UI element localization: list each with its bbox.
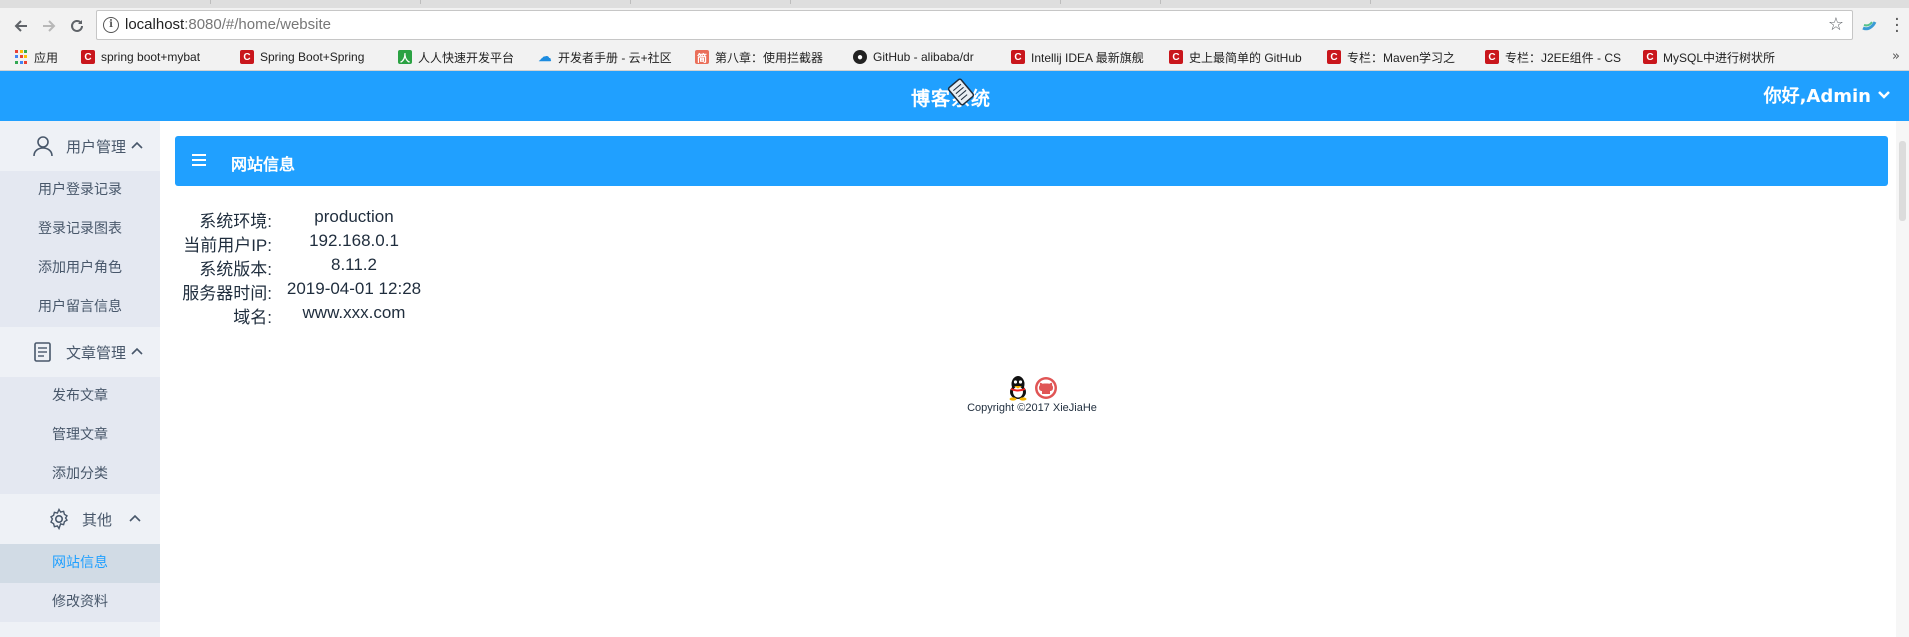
bookmark-item[interactable]: C spring boot+mybat <box>81 46 221 68</box>
csdn-icon: C <box>1643 50 1657 64</box>
info-label: 域名: <box>233 308 272 327</box>
copyright-text: Copyright ©2017 XieJiaHe <box>967 402 1097 414</box>
renren-icon: 人 <box>398 50 412 65</box>
github-icon[interactable] <box>1034 376 1058 400</box>
bookmarks-more-button[interactable]: » <box>1892 49 1900 64</box>
browser-toolbar: i localhost:8080/#/home/website ☆ · · · <box>0 8 1909 44</box>
user-greeting: 你好,Admin <box>1763 86 1871 107</box>
sidebar-item-manage-articles[interactable]: 管理文章 <box>0 416 160 455</box>
info-label: 系统环境: <box>199 212 272 231</box>
page-title: 网站信息 <box>231 155 296 174</box>
bookmarks-bar: 应用 C spring boot+mybat C Spring Boot+Spr… <box>0 44 1909 71</box>
chevron-up-icon <box>129 514 141 522</box>
bookmark-item[interactable]: 人 人人快速开发平台 <box>398 46 528 68</box>
sidebar-item-publish-article[interactable]: 发布文章 <box>0 377 160 416</box>
csdn-icon: C <box>1169 50 1183 64</box>
csdn-icon: C <box>240 50 254 64</box>
document-icon <box>34 342 51 362</box>
site-info-icon[interactable]: i <box>103 17 119 33</box>
back-icon[interactable] <box>6 11 36 41</box>
bookmark-item[interactable]: ☁ 开发者手册 - 云+社区 <box>538 46 676 68</box>
page-footer: Copyright ©2017 XieJiaHe <box>900 375 1164 414</box>
csdn-icon: C <box>1485 50 1499 64</box>
csdn-icon: C <box>81 50 95 64</box>
sidebar-group-user-management[interactable]: 用户管理 <box>0 121 160 171</box>
info-value: www.xxx.com <box>302 303 406 322</box>
apps-grid-icon <box>14 50 28 64</box>
user-menu-button[interactable]: 你好,Admin <box>1764 82 1891 108</box>
reload-icon[interactable] <box>62 11 92 41</box>
browser-menu-icon[interactable]: · · · <box>1894 12 1900 41</box>
bookmark-star-icon[interactable]: ☆ <box>1828 14 1844 35</box>
sidebar-group-label: 文章管理 <box>66 344 127 362</box>
bookmark-item[interactable]: C 专栏：J2EE组件 - CS <box>1485 46 1625 68</box>
info-value: production <box>314 207 394 226</box>
user-icon <box>33 136 53 157</box>
chevron-up-icon <box>131 141 143 149</box>
jianshu-icon: 简 <box>695 50 709 65</box>
sidebar-group-other[interactable]: 其他 <box>0 494 160 544</box>
sidebar-item-login-records[interactable]: 用户登录记录 <box>0 171 160 210</box>
bookmark-item[interactable]: ● GitHub - alibaba/dr <box>853 46 993 68</box>
info-label: 当前用户IP: <box>183 236 272 255</box>
bookmark-item[interactable]: 简 第八章：使用拦截器 <box>695 46 835 68</box>
sidebar: 用户管理 用户登录记录 登录记录图表 添加用户角色 用户留言信息 文章管理 发布… <box>0 121 160 637</box>
sidebar-group-label: 用户管理 <box>66 138 127 156</box>
address-bar[interactable]: i localhost:8080/#/home/website ☆ <box>96 10 1853 40</box>
gear-icon <box>50 508 68 530</box>
chevron-up-icon <box>131 347 143 355</box>
sidebar-group-article-management[interactable]: 文章管理 <box>0 327 160 377</box>
chevron-down-icon <box>1878 91 1890 99</box>
bookmark-item[interactable]: C Intellij IDEA 最新旗舰 <box>1011 46 1151 68</box>
info-label: 系统版本: <box>199 260 272 279</box>
bookmark-item[interactable]: 应用 <box>14 46 74 68</box>
scrollbar[interactable] <box>1896 121 1909 637</box>
info-value: 2019-04-01 12:28 <box>286 279 422 298</box>
csdn-icon: C <box>1011 50 1025 64</box>
info-value: 8.11.2 <box>330 255 377 274</box>
cloud-icon: ☁ <box>538 49 552 64</box>
qq-icon[interactable] <box>1006 375 1030 401</box>
sidebar-item-website-info[interactable]: 网站信息 <box>0 544 160 583</box>
info-label: 服务器时间: <box>182 284 272 303</box>
github-icon: ● <box>853 50 867 64</box>
sidebar-group-label: 其他 <box>82 511 113 529</box>
forward-icon[interactable] <box>34 11 64 41</box>
bookmark-item[interactable]: C MySQL中进行树状所 <box>1643 46 1783 68</box>
panel-header: 网站信息 <box>175 136 1888 186</box>
bookmark-item[interactable]: C 专栏：Maven学习之 <box>1327 46 1467 68</box>
url-text[interactable]: localhost:8080/#/home/website <box>125 16 331 33</box>
menu-icon[interactable] <box>192 154 206 166</box>
bookmark-item[interactable]: C Spring Boot+Spring <box>240 46 380 68</box>
info-value: 192.168.0.1 <box>309 231 399 250</box>
scrollbar-thumb[interactable] <box>1899 141 1906 221</box>
sidebar-item-edit-profile[interactable]: 修改资料 <box>0 583 160 622</box>
extension-icon[interactable] <box>1860 16 1878 39</box>
bookmark-item[interactable]: C 史上最简单的 GitHub <box>1169 46 1309 68</box>
logo-icon <box>947 78 975 106</box>
csdn-icon: C <box>1327 50 1341 64</box>
app-header: 博客系统 你好,Admin <box>0 71 1909 121</box>
sidebar-item-add-category[interactable]: 添加分类 <box>0 455 160 494</box>
